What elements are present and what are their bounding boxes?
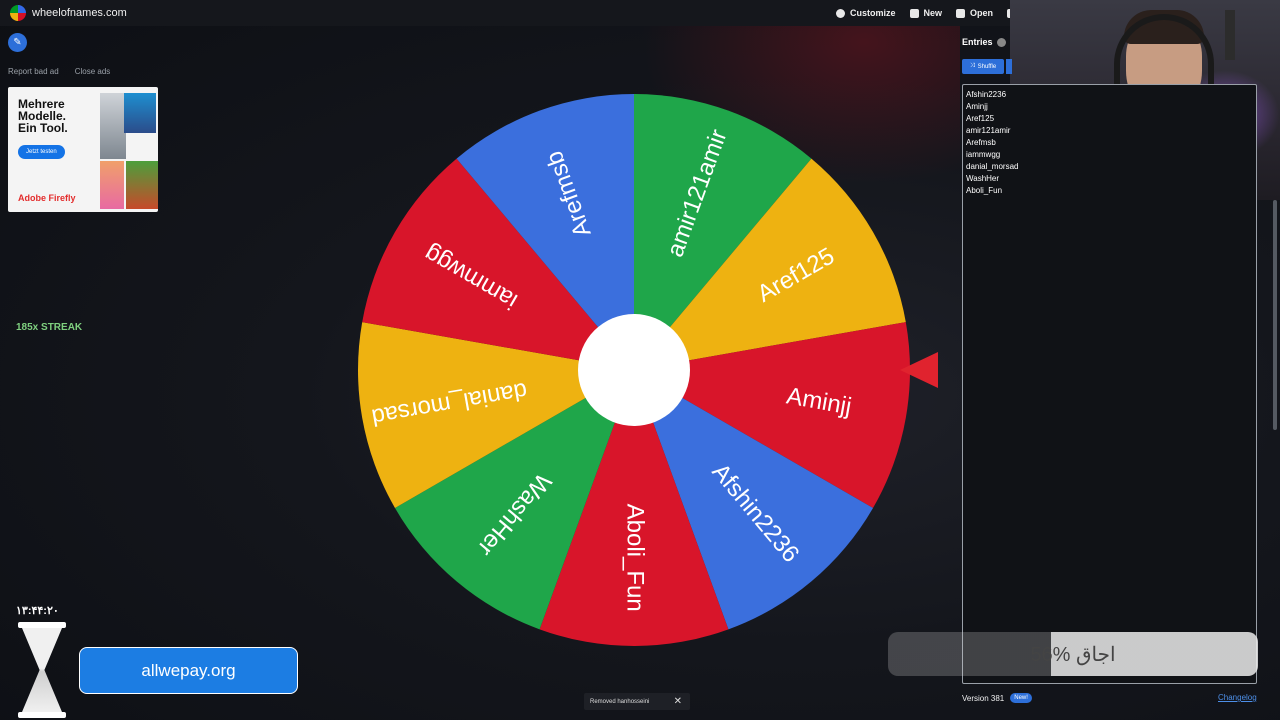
close-icon[interactable]: ✕ xyxy=(674,696,682,707)
edit-button[interactable]: ✎ xyxy=(8,33,27,52)
scrollbar[interactable] xyxy=(1273,200,1277,430)
ad-image xyxy=(100,161,124,209)
ad-image xyxy=(100,93,126,159)
shuffle-button[interactable]: ⤨ Shuffle xyxy=(962,59,1004,74)
wheel-logo-icon[interactable] xyxy=(10,5,26,21)
toolbar: Customize New Open xyxy=(836,0,1017,26)
wheel[interactable]: amir121amir Aref125 Aminjj Afshin2236 Aboli_… xyxy=(356,92,912,648)
ad-headline-line3: Ein Tool. xyxy=(18,121,68,135)
tab-entries[interactable]: Entries xyxy=(962,37,1006,47)
site-name[interactable]: wheelofnames.com xyxy=(32,7,127,19)
changelog-link[interactable]: Changelog xyxy=(1218,693,1257,702)
ad-headline: Mehrere Modelle. Ein Tool. xyxy=(18,98,68,134)
customize-button[interactable]: Customize xyxy=(836,8,896,18)
pencil-icon: ✎ xyxy=(13,37,22,48)
new-file-icon xyxy=(909,8,919,18)
hourglass-glass xyxy=(22,628,62,712)
new-button[interactable]: New xyxy=(909,8,943,18)
entry-item[interactable]: danial_morsad xyxy=(966,161,1018,173)
shuffle-icon: ⤨ xyxy=(969,63,975,69)
new-label: New xyxy=(923,8,943,18)
folder-icon xyxy=(956,8,966,18)
hourglass-icon xyxy=(18,622,66,718)
removed-toast-text: Removed hanhosseini xyxy=(590,698,650,705)
open-button[interactable]: Open xyxy=(956,8,993,18)
ad-cta-button[interactable]: Jetzt testen xyxy=(18,145,65,159)
ad-image xyxy=(126,161,158,209)
webcam-guitar xyxy=(1225,10,1235,60)
hourglass-top xyxy=(18,622,66,628)
open-label: Open xyxy=(970,8,994,18)
entry-item[interactable]: Aref125 xyxy=(966,113,1018,125)
progress-overlay: 56% اجاق xyxy=(888,632,1258,676)
entries-list[interactable]: Afshin2236 Aminjj Aref125 amir121amir Arefms… xyxy=(966,89,1018,197)
timer-readout: ۱۳:۴۴:۲۰ xyxy=(16,605,59,617)
shuffle-label: Shuffle xyxy=(977,63,997,70)
removed-toast: Removed hanhosseini ✕ xyxy=(584,693,690,710)
palette-icon xyxy=(836,8,845,18)
wheel-graphic[interactable]: amir121amirAref125AminjjAfshin2236Aboli_… xyxy=(356,92,912,648)
entry-item[interactable]: WashHer xyxy=(966,173,1018,185)
promo-button[interactable]: allwepay.org xyxy=(79,647,298,694)
entry-item[interactable]: Aminjj xyxy=(966,101,1018,113)
entry-item[interactable]: Afshin2236 xyxy=(966,89,1018,101)
wheel-segment-label: Aboli_Fun xyxy=(622,504,649,612)
entries-count-badge xyxy=(996,37,1006,47)
entry-item[interactable]: Aboli_Fun xyxy=(966,185,1018,197)
version-label: Version 381 xyxy=(962,693,1005,703)
wheel-center-hub[interactable] xyxy=(578,314,690,426)
new-badge: New! xyxy=(1010,693,1032,703)
report-bad-ad-link[interactable]: Report bad ad xyxy=(8,67,59,76)
customize-label: Customize xyxy=(850,8,896,18)
ad-image xyxy=(124,93,156,133)
entry-item[interactable]: amir121amir xyxy=(966,125,1018,137)
streak-label: 185x STREAK xyxy=(16,322,83,333)
advertisement[interactable]: Mehrere Modelle. Ein Tool. Jetzt testen … xyxy=(8,87,158,212)
entry-item[interactable]: Arefmsb xyxy=(966,137,1018,149)
ad-brand: Adobe Firefly xyxy=(18,193,76,203)
entries-tab-label: Entries xyxy=(962,37,993,47)
entry-item[interactable]: iammwgg xyxy=(966,149,1018,161)
close-ads-link[interactable]: Close ads xyxy=(75,67,111,76)
version-info: Version 381 New! xyxy=(962,693,1032,703)
hourglass-bottom xyxy=(18,712,66,718)
sort-button[interactable] xyxy=(1006,59,1012,74)
wheel-pointer-icon xyxy=(900,352,938,388)
ad-controls: Report bad ad Close ads xyxy=(8,67,110,76)
